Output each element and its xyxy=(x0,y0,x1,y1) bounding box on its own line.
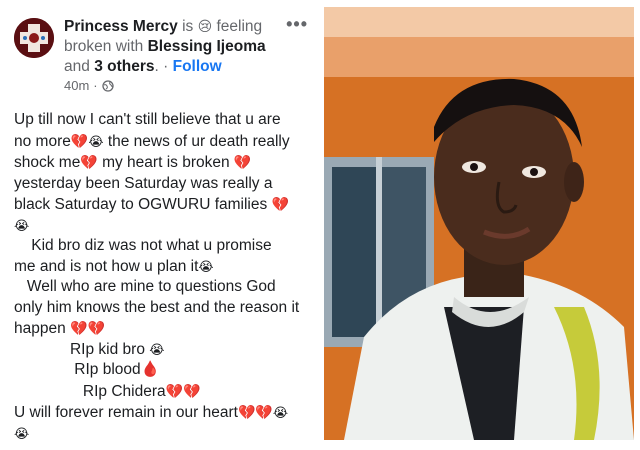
body-line: black Saturday to OGWURU families xyxy=(14,196,268,213)
facebook-post: Princess Mercy is 😢 feeling broken with … xyxy=(0,0,320,450)
body-line: RIp kid bro xyxy=(69,340,145,358)
timestamp[interactable]: 40m xyxy=(64,78,89,93)
more-options-icon[interactable]: ••• xyxy=(286,14,308,35)
body-line: U will forever remain in our heart xyxy=(14,404,238,421)
post-header: Princess Mercy is 😢 feeling broken with … xyxy=(64,18,266,75)
crying-face-icon: 😭 xyxy=(198,258,214,274)
crying-face-icon: 😭 xyxy=(272,405,289,420)
broken-heart-icon: 💔 xyxy=(165,382,184,399)
broken-heart-icon: 💔 xyxy=(70,320,88,336)
body-line: Well who are mine to questions God xyxy=(26,278,276,295)
body-line: me and is not how u plan it xyxy=(14,257,199,275)
post-body: Up till now I can't still believe that u… xyxy=(14,110,314,444)
broken-heart-icon: 💔 xyxy=(237,404,256,420)
and-label: and xyxy=(64,58,90,75)
crying-face-icon: 😭 xyxy=(88,133,104,149)
body-line: the news of ur death really xyxy=(107,132,290,150)
crying-face-icon: 😭 xyxy=(14,425,30,441)
broken-heart-icon: 💔 xyxy=(70,132,89,149)
broken-heart-icon: 💔 xyxy=(80,154,98,170)
body-line: only him knows the best and the reason i… xyxy=(14,298,300,316)
author-name[interactable]: Princess Mercy xyxy=(64,18,178,35)
body-line: my heart is broken xyxy=(102,154,230,171)
time-separator: · xyxy=(93,78,98,93)
broken-heart-icon: 💔 xyxy=(233,154,252,170)
globe-icon xyxy=(101,79,114,92)
avatar[interactable] xyxy=(14,18,54,58)
body-line: yesterday been Saturday was really a xyxy=(14,174,273,192)
timestamp-row: 40m · xyxy=(64,78,114,93)
others-link[interactable]: 3 others xyxy=(94,58,154,75)
body-line: RIp Chidera xyxy=(82,382,166,400)
feeling-emoji-icon: 😢 xyxy=(197,18,213,34)
body-line: happen xyxy=(14,320,66,337)
body-line: Kid bro diz was not what u promise xyxy=(31,237,272,254)
broken-heart-icon: 💔 xyxy=(183,382,201,399)
body-line: Up till now I can't still believe that u… xyxy=(14,111,281,128)
header-is: is xyxy=(182,18,194,35)
body-line: RIp blood xyxy=(74,361,141,378)
separator-dot: · xyxy=(163,58,169,75)
follow-button[interactable]: Follow xyxy=(173,58,222,75)
broken-heart-icon: 💔 xyxy=(271,196,289,212)
broken-heart-icon: 💔 xyxy=(255,404,273,420)
tagged-person[interactable]: Blessing Ijeoma xyxy=(148,38,266,55)
body-line: no more xyxy=(14,132,71,150)
broken-heart-icon: 💔 xyxy=(87,320,105,336)
selfie-photo[interactable] xyxy=(324,7,634,440)
crying-face-icon: 😭 xyxy=(14,217,30,233)
crying-face-icon: 😭 xyxy=(149,341,165,357)
body-line: shock me xyxy=(14,154,81,171)
blood-drop-icon: 🩸 xyxy=(140,361,160,378)
